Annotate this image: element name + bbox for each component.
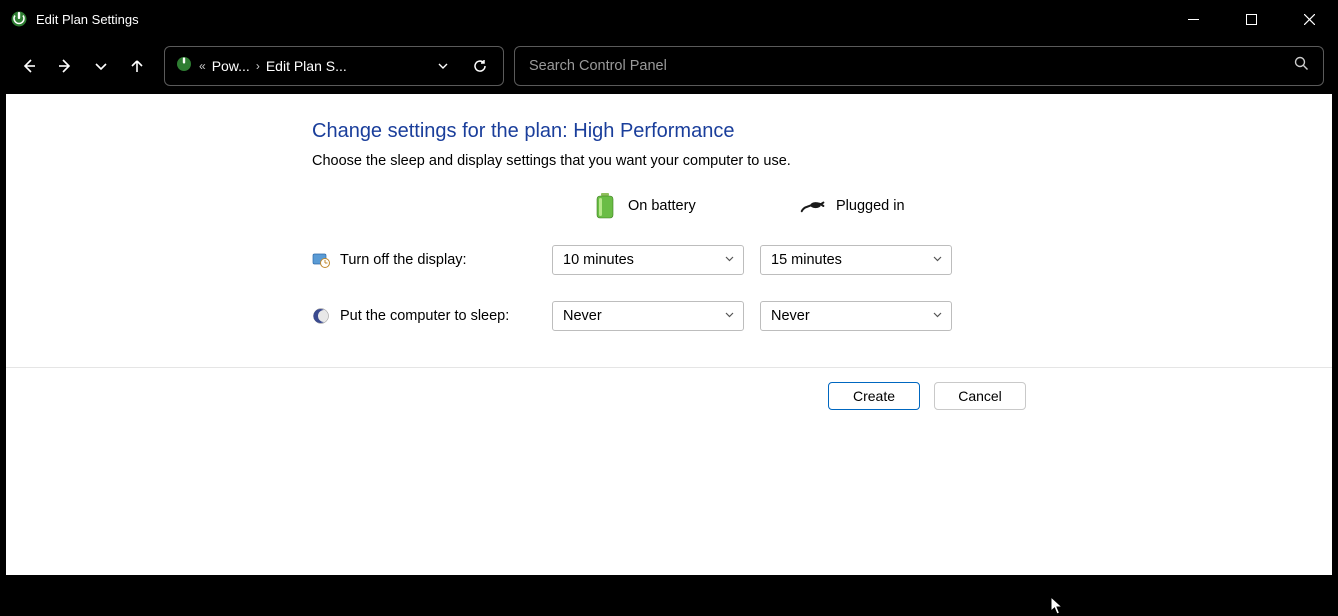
breadcrumb: « Pow... › Edit Plan S... — [199, 58, 423, 74]
search-input[interactable] — [529, 58, 1294, 74]
minimize-button[interactable] — [1164, 0, 1222, 38]
chevron-right-icon: › — [256, 59, 260, 73]
display-timer-icon — [312, 251, 330, 269]
column-header-battery-label: On battery — [628, 198, 696, 214]
display-battery-select[interactable]: 10 minutes — [552, 245, 744, 275]
page-subtext: Choose the sleep and display settings th… — [312, 153, 1032, 169]
cancel-button[interactable]: Cancel — [934, 382, 1026, 410]
chevron-down-icon — [932, 252, 943, 268]
refresh-button[interactable] — [463, 58, 497, 74]
window-controls — [1164, 0, 1338, 38]
row-display-label: Turn off the display: — [312, 251, 536, 269]
titlebar-left: Edit Plan Settings — [10, 10, 139, 28]
sleep-battery-value: Never — [563, 308, 602, 324]
content-area: Change settings for the plan: High Perfo… — [6, 94, 1332, 575]
forward-button[interactable] — [48, 49, 82, 83]
breadcrumb-power[interactable]: Pow... — [212, 58, 250, 74]
window-title: Edit Plan Settings — [36, 12, 139, 27]
create-button-label: Create — [853, 388, 895, 404]
close-button[interactable] — [1280, 0, 1338, 38]
page-heading: Change settings for the plan: High Perfo… — [312, 120, 1032, 143]
create-button[interactable]: Create — [828, 382, 920, 410]
sleep-battery-select[interactable]: Never — [552, 301, 744, 331]
display-battery-value: 10 minutes — [563, 252, 634, 268]
address-history-dropdown[interactable] — [429, 60, 457, 72]
footer-buttons: Create Cancel — [6, 368, 1332, 410]
display-plugged-value: 15 minutes — [771, 252, 842, 268]
plug-icon — [800, 193, 826, 219]
search-icon — [1294, 56, 1309, 76]
sleep-plugged-select[interactable]: Never — [760, 301, 952, 331]
cancel-button-label: Cancel — [958, 388, 1002, 404]
breadcrumb-edit-plan[interactable]: Edit Plan S... — [266, 58, 347, 74]
column-header-plugged: Plugged in — [760, 193, 952, 219]
titlebar: Edit Plan Settings — [0, 0, 1338, 38]
row-sleep-text: Put the computer to sleep: — [340, 308, 509, 324]
row-sleep-label: Put the computer to sleep: — [312, 307, 536, 325]
row-display-text: Turn off the display: — [340, 252, 467, 268]
battery-icon — [592, 193, 618, 219]
display-plugged-select[interactable]: 15 minutes — [760, 245, 952, 275]
column-header-plugged-label: Plugged in — [836, 198, 905, 214]
sleep-plugged-value: Never — [771, 308, 810, 324]
chevron-down-icon — [724, 252, 735, 268]
address-bar[interactable]: « Pow... › Edit Plan S... — [164, 46, 504, 86]
breadcrumb-prefix: « — [199, 59, 206, 73]
power-options-icon — [175, 55, 193, 78]
mouse-cursor-icon — [1050, 596, 1064, 616]
app-icon — [10, 10, 28, 28]
search-box[interactable] — [514, 46, 1324, 86]
up-button[interactable] — [120, 49, 154, 83]
settings-grid: On battery Plugged in — [312, 193, 1032, 331]
navigation-toolbar: « Pow... › Edit Plan S... — [0, 38, 1338, 94]
recent-dropdown-button[interactable] — [84, 49, 118, 83]
maximize-button[interactable] — [1222, 0, 1280, 38]
nav-arrow-group — [12, 49, 154, 83]
column-header-battery: On battery — [552, 193, 744, 219]
chevron-down-icon — [724, 308, 735, 324]
sleep-moon-icon — [312, 307, 330, 325]
back-button[interactable] — [12, 49, 46, 83]
chevron-down-icon — [932, 308, 943, 324]
